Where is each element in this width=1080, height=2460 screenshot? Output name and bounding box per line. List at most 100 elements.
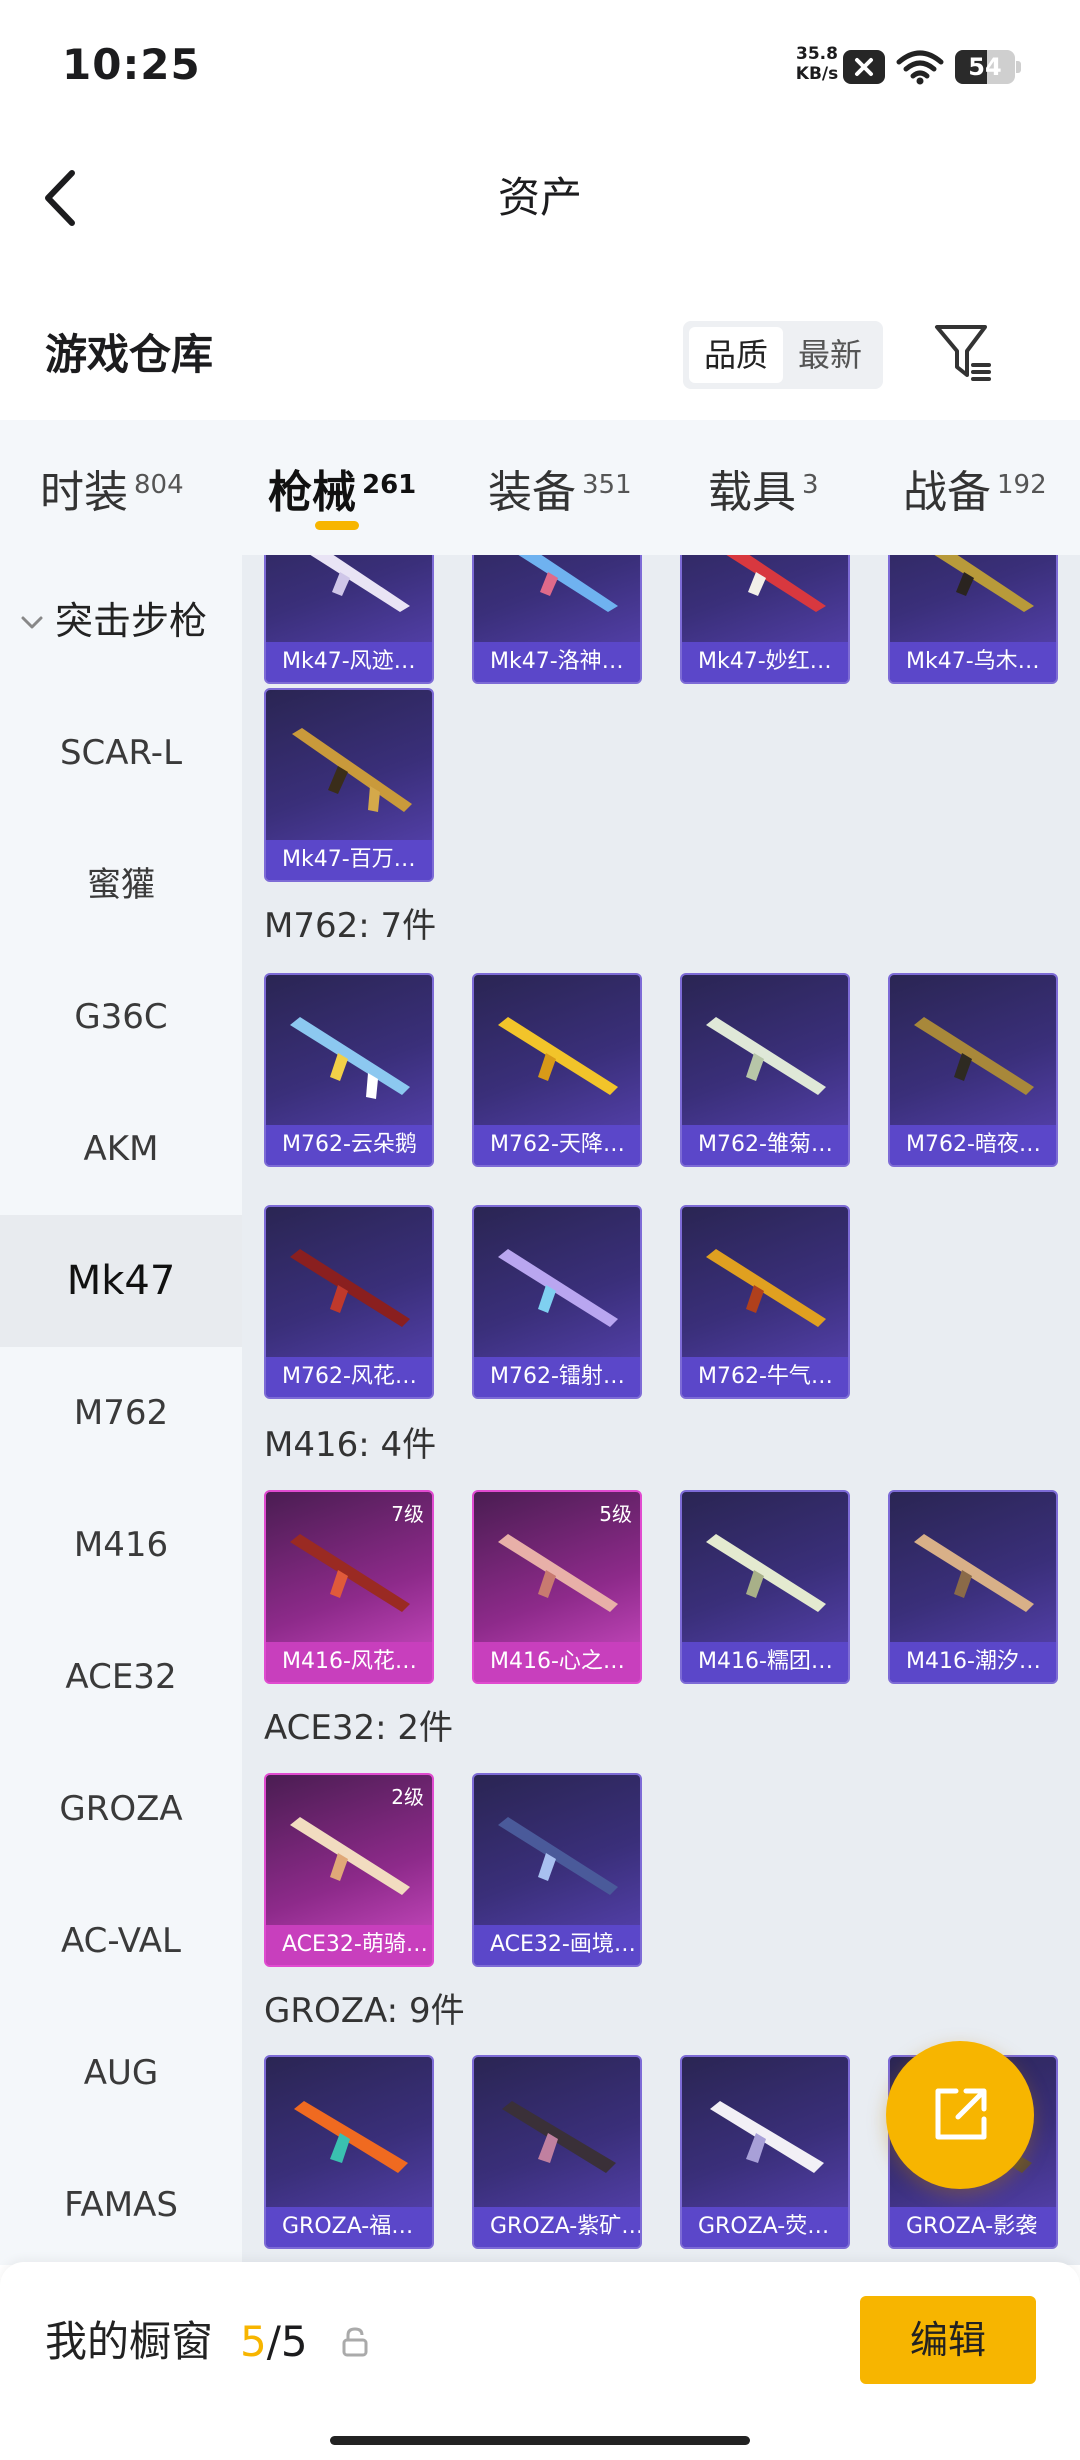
sidebar-item-ace32[interactable]: ACE32 bbox=[0, 1611, 242, 1743]
weapon-card[interactable]: 2级 ACE32-萌骑… bbox=[264, 1773, 434, 1967]
share-fab-button[interactable] bbox=[886, 2041, 1034, 2189]
weapon-card-label: Mk47-妙红… bbox=[682, 642, 848, 682]
rifle-skin-icon bbox=[290, 1534, 410, 1612]
section-heading-ace32: ACE32: 2件 bbox=[264, 1708, 454, 1748]
rifle-skin-icon bbox=[914, 1017, 1034, 1095]
weapon-card[interactable]: M762-牛气… bbox=[680, 1205, 850, 1399]
tab-vehicles[interactable]: 载具 3 bbox=[708, 450, 819, 520]
weapon-card[interactable]: M762-云朵鹅 bbox=[264, 973, 434, 1167]
weapon-card-label: M762-镭射… bbox=[474, 1357, 640, 1397]
sidebar-item-honey-badger[interactable]: 蜜獾 bbox=[0, 819, 242, 951]
filter-icon[interactable] bbox=[933, 321, 993, 385]
weapon-card-label: M762-云朵鹅 bbox=[266, 1125, 432, 1165]
status-time: 10:25 bbox=[62, 40, 201, 89]
share-icon bbox=[935, 2088, 987, 2140]
sidebar-item-scar-l[interactable]: SCAR-L bbox=[0, 687, 242, 819]
weapon-card-label: Mk47-风迹… bbox=[266, 642, 432, 682]
sort-option-newest[interactable]: 最新 bbox=[783, 327, 877, 383]
rifle-skin-icon bbox=[934, 555, 1034, 612]
nav-bar: 资产 bbox=[0, 135, 1080, 260]
tab-fashion[interactable]: 时装 804 bbox=[40, 450, 184, 520]
sidebar-item-groza[interactable]: GROZA bbox=[0, 1743, 242, 1875]
rifle-skin-icon bbox=[498, 1534, 618, 1612]
sort-toggle: 品质 最新 bbox=[683, 321, 883, 389]
rifle-skin-icon bbox=[518, 555, 618, 612]
sidebar-item-g36c[interactable]: G36C bbox=[0, 951, 242, 1083]
rifle-skin-icon bbox=[706, 1017, 826, 1095]
weapon-grid: Mk47-风迹… Mk47-洛神… Mk47-妙红… Mk47-乌木… Mk47… bbox=[242, 555, 1080, 2265]
rifle-skin-icon bbox=[290, 1817, 410, 1895]
rifle-skin-icon bbox=[914, 1534, 1034, 1612]
status-bar: 10:25 35.8 KB/s 54 bbox=[0, 0, 1080, 135]
weapon-card[interactable]: M416-糯团… bbox=[680, 1490, 850, 1684]
sort-option-quality[interactable]: 品质 bbox=[689, 327, 783, 383]
weapon-card[interactable]: GROZA-紫矿… bbox=[472, 2055, 642, 2249]
sidebar-item-aug[interactable]: AUG bbox=[0, 2007, 242, 2139]
rifle-skin-icon bbox=[310, 555, 410, 612]
sidebar-item-ac-val[interactable]: AC-VAL bbox=[0, 1875, 242, 2007]
warehouse-header: 游戏仓库 品质 最新 bbox=[0, 295, 1080, 415]
weapon-card-label: M762-牛气… bbox=[682, 1357, 848, 1397]
chevron-down-icon bbox=[21, 616, 43, 629]
weapon-card[interactable]: ACE32-画境… bbox=[472, 1773, 642, 1967]
weapon-card[interactable]: M762-镭射… bbox=[472, 1205, 642, 1399]
rifle-skin-icon bbox=[710, 2101, 824, 2173]
weapon-card-label: GROZA-紫矿… bbox=[474, 2207, 640, 2247]
battery-icon: 54 bbox=[955, 50, 1021, 84]
tab-equipment[interactable]: 装备 351 bbox=[488, 450, 632, 520]
home-indicator bbox=[330, 2436, 750, 2445]
weapon-card[interactable]: Mk47-百万… bbox=[264, 688, 434, 882]
wifi-icon bbox=[895, 48, 945, 86]
weapon-card[interactable]: Mk47-风迹… bbox=[264, 555, 434, 684]
weapon-card-label: ACE32-萌骑… bbox=[266, 1925, 432, 1965]
rifle-skin-icon bbox=[292, 728, 412, 812]
weapon-card[interactable]: 7级 M416-风花… bbox=[264, 1490, 434, 1684]
weapon-card-label: M762-风花… bbox=[266, 1357, 432, 1397]
weapon-card-label: GROZA-荧… bbox=[682, 2207, 848, 2247]
weapon-card[interactable]: Mk47-妙红… bbox=[680, 555, 850, 684]
weapon-card-label: M416-心之… bbox=[474, 1642, 640, 1682]
weapon-card[interactable]: M762-风花… bbox=[264, 1205, 434, 1399]
weapon-card-label: M416-风花… bbox=[266, 1642, 432, 1682]
sidebar-item-m762[interactable]: M762 bbox=[0, 1347, 242, 1479]
weapon-card-label: M416-潮汐… bbox=[890, 1642, 1056, 1682]
rifle-skin-icon bbox=[726, 555, 826, 612]
weapon-card-label: GROZA-福… bbox=[266, 2207, 432, 2247]
sidebar-group-label: 突击步枪 bbox=[55, 599, 208, 643]
rifle-skin-icon bbox=[706, 1534, 826, 1612]
weapon-card[interactable]: M416-潮汐… bbox=[888, 1490, 1058, 1684]
weapon-card-label: Mk47-乌木… bbox=[890, 642, 1056, 682]
edit-button[interactable]: 编辑 bbox=[860, 2296, 1036, 2384]
weapon-card[interactable]: M762-天降… bbox=[472, 973, 642, 1167]
page-title: 资产 bbox=[497, 173, 582, 222]
section-heading-m762: M762: 7件 bbox=[264, 906, 437, 946]
weapon-sidebar: 突击步枪 SCAR-L 蜜獾 G36C AKM Mk47 M762 M416 A… bbox=[0, 555, 242, 2265]
weapon-card[interactable]: GROZA-荧… bbox=[680, 2055, 850, 2249]
network-speed: 35.8 KB/s bbox=[786, 44, 848, 84]
weapon-card[interactable]: M762-暗夜… bbox=[888, 973, 1058, 1167]
weapon-card[interactable]: 5级 M416-心之… bbox=[472, 1490, 642, 1684]
rifle-skin-icon bbox=[290, 1017, 410, 1099]
sidebar-item-akm[interactable]: AKM bbox=[0, 1083, 242, 1215]
tab-firearms[interactable]: 枪械 261 bbox=[268, 450, 416, 520]
weapon-card[interactable]: M762-雏菊… bbox=[680, 973, 850, 1167]
tab-supplies[interactable]: 战备 192 bbox=[903, 450, 1047, 520]
weapon-card-label: GROZA-影袭 bbox=[890, 2207, 1056, 2247]
weapon-card[interactable]: Mk47-洛神… bbox=[472, 555, 642, 684]
sidebar-group-assault-rifles[interactable]: 突击步枪 bbox=[0, 555, 242, 687]
rifle-skin-icon bbox=[290, 1249, 410, 1327]
weapon-card[interactable]: GROZA-福… bbox=[264, 2055, 434, 2249]
network-speed-value: 35.8 bbox=[796, 44, 838, 64]
sidebar-item-famas[interactable]: FAMAS bbox=[0, 2139, 242, 2265]
weapon-card[interactable]: Mk47-乌木… bbox=[888, 555, 1058, 684]
showcase-bar: 我的橱窗 5/5 编辑 bbox=[0, 2262, 1080, 2460]
section-heading-m416: M416: 4件 bbox=[264, 1425, 437, 1465]
sidebar-item-mk47[interactable]: Mk47 bbox=[0, 1215, 242, 1347]
category-tabs: 时装 804 枪械 261 装备 351 载具 3 战备 192 bbox=[0, 420, 1080, 555]
notification-x-icon bbox=[843, 50, 885, 84]
rifle-skin-icon bbox=[706, 1249, 826, 1327]
rifle-skin-icon bbox=[498, 1817, 618, 1895]
warehouse-title: 游戏仓库 bbox=[45, 330, 214, 379]
sidebar-item-m416[interactable]: M416 bbox=[0, 1479, 242, 1611]
network-speed-unit: KB/s bbox=[795, 64, 839, 84]
